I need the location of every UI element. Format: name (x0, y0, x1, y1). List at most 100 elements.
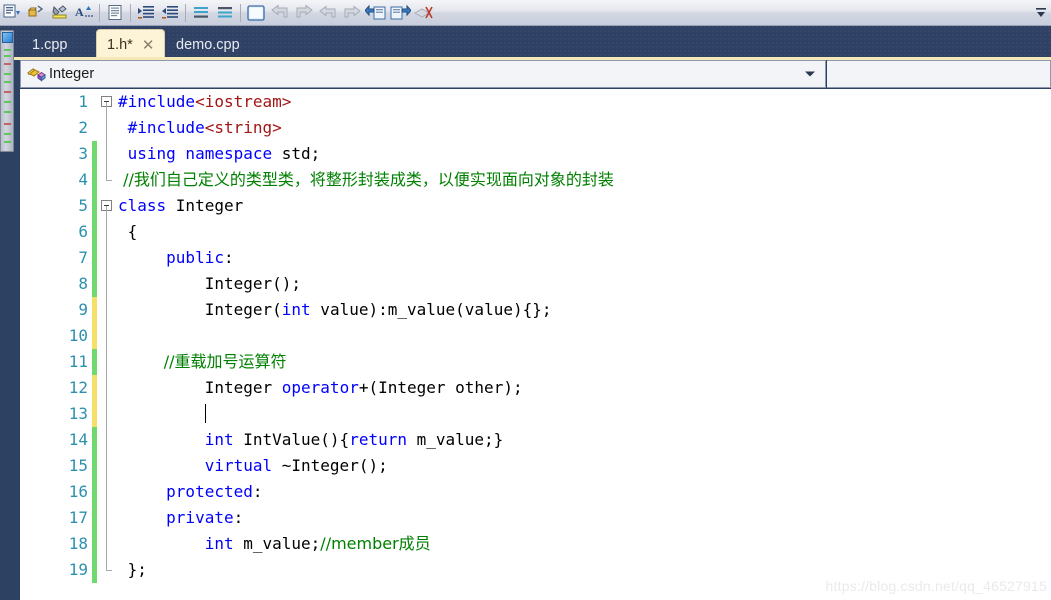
outlining-line (106, 375, 107, 401)
token-plain: std; (281, 144, 321, 163)
outlining-column[interactable] (100, 375, 116, 401)
change-indicator (92, 115, 97, 141)
left-dock-strip[interactable] (0, 30, 14, 152)
line-number: 13 (68, 404, 88, 423)
dock-marker (4, 111, 11, 113)
code-text[interactable]: //重载加号运算符 (116, 349, 1051, 375)
code-line[interactable]: 5 class Integer (20, 193, 1051, 219)
outlining-column[interactable] (100, 297, 116, 323)
navigate-forward-icon[interactable] (340, 1, 364, 25)
sync-forward-icon[interactable] (388, 1, 412, 25)
font-size-icon[interactable]: A (72, 1, 96, 25)
change-indicator (92, 505, 97, 531)
code-line[interactable]: 9 Integer(int value):m_value(value){}; (20, 297, 1051, 323)
outlining-column[interactable] (100, 531, 116, 557)
outlining-column[interactable] (100, 193, 116, 219)
code-line[interactable]: 11 //重载加号运算符 (20, 349, 1051, 375)
clear-bookmarks-icon[interactable] (412, 1, 436, 25)
code-text[interactable]: Integer(int value):m_value(value){}; (116, 297, 1051, 323)
token-pre: #include (118, 92, 196, 111)
scope-dropdown[interactable]: Integer (20, 60, 826, 88)
tab-1-h[interactable]: 1.h* ✕ (97, 30, 165, 60)
outlining-column[interactable] (100, 401, 116, 427)
align-top-icon[interactable] (189, 1, 213, 25)
change-indicator (92, 531, 97, 557)
code-text[interactable]: #include<iostream> (116, 89, 1051, 115)
line-number: 1 (78, 92, 88, 111)
member-dropdown[interactable] (827, 60, 1051, 88)
sync-back-icon[interactable] (364, 1, 388, 25)
outlining-line (106, 323, 107, 349)
toolbar-overflow-icon[interactable] (1033, 1, 1049, 25)
outlining-column[interactable] (100, 167, 116, 193)
outlining-column[interactable] (100, 479, 116, 505)
code-editor[interactable]: 1 #include<iostream> 2 #include<string> 3 u… (20, 89, 1051, 600)
tab-label: demo.cpp (176, 37, 240, 53)
outlining-column[interactable] (100, 115, 116, 141)
decrease-indent-icon[interactable] (158, 1, 182, 25)
outlining-column[interactable] (100, 323, 116, 349)
tab-1-cpp[interactable]: 1.cpp (22, 30, 77, 60)
editor-toolbar: A (0, 0, 1051, 26)
code-text[interactable]: private: (116, 505, 1051, 531)
code-line[interactable]: 8 Integer(); (20, 271, 1051, 297)
dock-marker (4, 141, 11, 143)
code-text[interactable]: int m_value;//member成员 (116, 531, 1051, 557)
comment-selection-icon[interactable] (0, 1, 24, 25)
code-text[interactable]: public: (116, 245, 1051, 271)
outlining-column[interactable] (100, 219, 116, 245)
code-line[interactable]: 16 protected: (20, 479, 1051, 505)
code-text[interactable]: class Integer (116, 193, 1051, 219)
code-text[interactable] (116, 401, 1051, 427)
line-number: 15 (68, 456, 88, 475)
code-text[interactable]: Integer(); (116, 271, 1051, 297)
outlining-column[interactable] (100, 505, 116, 531)
token-kw: public (118, 248, 224, 267)
navigate-backward-icon[interactable] (316, 1, 340, 25)
code-line[interactable]: 17 private: (20, 505, 1051, 531)
code-line[interactable]: 3 using namespace std; (20, 141, 1051, 167)
code-line[interactable]: 2 #include<string> (20, 115, 1051, 141)
outlining-column[interactable] (100, 349, 116, 375)
outlining-column[interactable] (100, 453, 116, 479)
code-line[interactable]: 7 public: (20, 245, 1051, 271)
code-text[interactable]: virtual ~Integer(); (116, 453, 1051, 479)
code-text[interactable]: int IntValue(){return m_value;} (116, 427, 1051, 453)
code-text[interactable]: protected: (116, 479, 1051, 505)
code-text[interactable]: { (116, 219, 1051, 245)
code-text[interactable]: #include<string> (116, 115, 1051, 141)
chevron-down-icon[interactable] (805, 71, 815, 77)
code-line[interactable]: 13 (20, 401, 1051, 427)
line-number: 7 (78, 248, 88, 267)
outlining-column[interactable] (100, 427, 116, 453)
outlining-column[interactable] (100, 271, 116, 297)
tab-demo-cpp[interactable]: demo.cpp (166, 30, 250, 60)
code-text[interactable]: //我们自己定义的类型类，将整形封装成类，以便实现面向对象的封装 (116, 167, 1051, 193)
close-icon[interactable]: ✕ (142, 38, 155, 53)
outlining-column[interactable] (100, 245, 116, 271)
align-bottom-icon[interactable] (213, 1, 237, 25)
code-line[interactable]: 18 int m_value;//member成员 (20, 531, 1051, 557)
uncomment-selection-icon[interactable] (24, 1, 48, 25)
code-line[interactable]: 15 virtual ~Integer(); (20, 453, 1051, 479)
code-line[interactable]: 10 (20, 323, 1051, 349)
toggle-word-wrap-icon[interactable] (103, 1, 127, 25)
dock-marker (4, 49, 11, 51)
code-line[interactable]: 12 Integer operator+(Integer other); (20, 375, 1051, 401)
outlining-column[interactable] (100, 141, 116, 167)
token-plain: Integer (118, 378, 282, 397)
code-line[interactable]: 14 int IntValue(){return m_value;} (20, 427, 1051, 453)
code-text[interactable]: Integer operator+(Integer other); (116, 375, 1051, 401)
redo-arrow-icon[interactable] (292, 1, 316, 25)
highlight-icon[interactable] (48, 1, 72, 25)
new-window-icon[interactable] (244, 1, 268, 25)
code-line[interactable]: 6 { (20, 219, 1051, 245)
code-text[interactable]: using namespace std; (116, 141, 1051, 167)
outlining-column[interactable] (100, 89, 116, 115)
undo-arrow-icon[interactable] (268, 1, 292, 25)
code-line[interactable]: 1 #include<iostream> (20, 89, 1051, 115)
code-line[interactable]: 4 //我们自己定义的类型类，将整形封装成类，以便实现面向对象的封装 (20, 167, 1051, 193)
outlining-column[interactable] (100, 557, 116, 583)
increase-indent-icon[interactable] (134, 1, 158, 25)
code-text[interactable] (116, 323, 1051, 349)
